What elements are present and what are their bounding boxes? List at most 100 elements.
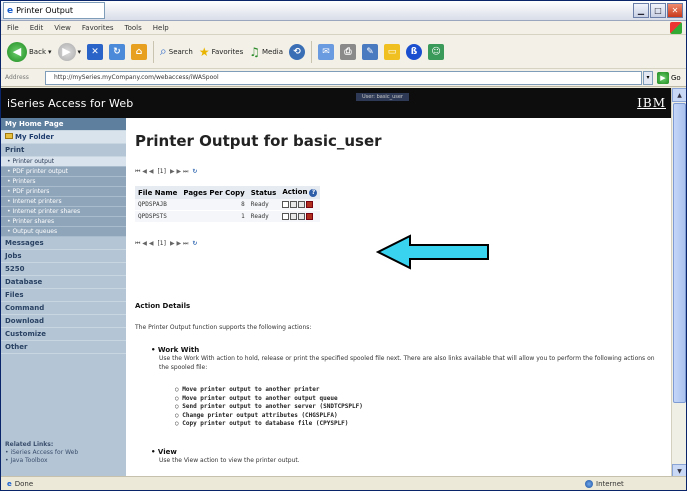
history-icon[interactable]: ⟲ xyxy=(289,43,306,60)
forward-button[interactable]: ▶ ▾ xyxy=(57,42,81,61)
sidebar-item-other[interactable]: Other xyxy=(1,341,126,354)
sidebar-item-5250[interactable]: 5250 xyxy=(1,263,126,276)
sidebar-item-output-queues[interactable]: • Output queues xyxy=(1,227,126,237)
help-icon[interactable]: ? xyxy=(309,189,318,197)
pager-next-last[interactable]: ▶ ▶ ⏭ xyxy=(170,168,188,176)
media-button[interactable]: ♫ Media xyxy=(249,45,283,59)
refresh-icon[interactable]: ↻ xyxy=(192,240,197,248)
pager-first-prev[interactable]: ⏮ ◀ ◀ xyxy=(135,168,153,176)
related-link-toolbox[interactable]: • Java Toolbox xyxy=(5,457,78,464)
mail-icon[interactable]: ✉ xyxy=(318,43,335,60)
menu-help[interactable]: Help xyxy=(153,24,169,32)
work-with-icon[interactable] xyxy=(282,201,290,208)
sidebar-item-printers[interactable]: • Printers xyxy=(1,177,126,187)
favorites-button[interactable]: ★ Favorites xyxy=(199,45,243,59)
bluetooth-icon[interactable]: ß xyxy=(406,43,423,60)
sidebar-item-messages[interactable]: Messages xyxy=(1,237,126,250)
col-file-name[interactable]: File Name xyxy=(135,186,181,199)
sidebar-item-pdf-printer-output[interactable]: • PDF printer output xyxy=(1,167,126,177)
table-row: QPDSPSTS 1 Ready xyxy=(135,210,321,223)
sidebar-item-my-folder[interactable]: My Folder xyxy=(1,131,126,144)
pager-first-prev[interactable]: ⏮ ◀ ◀ xyxy=(135,240,153,248)
pager-next-last[interactable]: ▶ ▶ ⏭ xyxy=(170,240,188,248)
toolbar-separator xyxy=(311,40,313,63)
convert-pdf-icon[interactable] xyxy=(298,201,306,208)
go-button-label[interactable]: Go xyxy=(671,74,681,82)
sidebar-item-printer-output[interactable]: • Printer output xyxy=(1,157,126,167)
folder-icon[interactable]: ▭ xyxy=(384,43,401,60)
maximize-button[interactable]: □ xyxy=(650,3,666,18)
address-input[interactable]: http://mySeries.myCompany.com/webaccess/… xyxy=(45,70,642,85)
back-arrow-icon: ◀ xyxy=(7,41,27,62)
banner-title: iSeries Access for Web xyxy=(7,96,134,110)
go-arrow-icon[interactable]: ▶ xyxy=(657,71,669,84)
edit-icon[interactable]: ✎ xyxy=(362,43,379,60)
app-banner: iSeries Access for Web User: basic_user … xyxy=(1,88,672,118)
stop-icon[interactable]: ✕ xyxy=(87,43,104,60)
menu-favorites[interactable]: Favorites xyxy=(82,24,114,32)
related-link-iseries[interactable]: • iSeries Access for Web xyxy=(5,449,78,456)
convert-pdf-icon[interactable] xyxy=(298,213,306,220)
menu-view[interactable]: View xyxy=(54,24,71,32)
work-with-actions-list: Move printer output to another printer M… xyxy=(175,386,363,429)
table-row: QPDSPAJB 8 Ready xyxy=(135,199,321,211)
close-button[interactable]: ✕ xyxy=(667,3,683,18)
sidebar-item-files[interactable]: Files xyxy=(1,289,126,302)
delete-icon[interactable] xyxy=(306,201,314,208)
forward-arrow-icon: ▶ xyxy=(57,42,76,61)
sidebar-item-pdf-printers[interactable]: • PDF printers xyxy=(1,187,126,197)
action-details-heading: Action Details xyxy=(135,302,191,310)
windows-logo-icon xyxy=(670,22,682,34)
refresh-icon[interactable]: ↻ xyxy=(109,43,126,60)
view-title: • View xyxy=(151,448,177,456)
cell-actions xyxy=(279,211,320,223)
address-label: Address xyxy=(5,74,29,81)
scroll-up-icon[interactable]: ▲ xyxy=(672,88,686,102)
sidebar-item-download[interactable]: Download xyxy=(1,315,126,328)
home-icon[interactable]: ⌂ xyxy=(131,43,148,60)
window-title-tab[interactable]: e Printer Output xyxy=(3,2,105,19)
vertical-scrollbar[interactable]: ▲ ▼ xyxy=(671,88,686,478)
list-item: Send printer output to another server (S… xyxy=(175,403,363,412)
cell-pages: 1 xyxy=(241,213,245,220)
back-button[interactable]: ◀ Back ▾ xyxy=(7,41,52,62)
folder-icon xyxy=(5,133,13,139)
sidebar-item-internet-printers[interactable]: • Internet printers xyxy=(1,197,126,207)
sidebar-item-print[interactable]: Print xyxy=(1,144,126,157)
pager-bottom: ⏮ ◀ ◀ [1] ▶ ▶ ⏭ ↻ xyxy=(135,240,197,248)
callout-arrow-icon xyxy=(376,234,489,270)
search-button[interactable]: ⌕ Search xyxy=(160,44,193,59)
pager-page[interactable]: [1] xyxy=(157,240,166,248)
col-status[interactable]: Status xyxy=(247,186,280,199)
banner-user: User: basic_user xyxy=(356,93,409,101)
view-icon[interactable] xyxy=(290,201,298,208)
sidebar-item-internet-printer-shares[interactable]: • Internet printer shares xyxy=(1,207,126,217)
menu-edit[interactable]: Edit xyxy=(30,24,44,32)
pager-page[interactable]: [1] xyxy=(157,168,166,176)
view-icon[interactable] xyxy=(290,213,298,220)
minimize-button[interactable]: ▁ xyxy=(633,3,649,18)
menu-file[interactable]: File xyxy=(7,24,19,32)
sidebar-item-jobs[interactable]: Jobs xyxy=(1,250,126,263)
work-with-icon[interactable] xyxy=(282,213,290,220)
messenger-icon[interactable]: ☺ xyxy=(428,43,445,60)
ie-icon: e xyxy=(7,5,14,16)
work-with-title: • Work With xyxy=(151,346,200,354)
page-icon: e xyxy=(7,479,12,488)
sidebar-item-my-home-page[interactable]: My Home Page xyxy=(1,118,126,131)
print-icon[interactable]: ⎙ xyxy=(340,43,357,60)
menu-tools[interactable]: Tools xyxy=(125,24,142,32)
cell-file-name: QPDSPSTS xyxy=(138,213,167,220)
action-intro: The Printer Output function supports the… xyxy=(135,324,312,331)
sidebar-item-command[interactable]: Command xyxy=(1,302,126,315)
sidebar-item-customize[interactable]: Customize xyxy=(1,328,126,341)
browser-window: e Printer Output ▁ □ ✕ File Edit View Fa… xyxy=(0,0,687,491)
address-dropdown-icon[interactable]: ▾ xyxy=(643,70,653,85)
scroll-thumb[interactable] xyxy=(673,103,686,403)
delete-icon[interactable] xyxy=(306,213,314,220)
sidebar-item-printer-shares[interactable]: • Printer shares xyxy=(1,217,126,227)
col-pages-per-copy[interactable]: Pages Per Copy xyxy=(180,186,248,199)
refresh-icon[interactable]: ↻ xyxy=(192,168,197,176)
cell-actions xyxy=(279,199,320,211)
sidebar-item-database[interactable]: Database xyxy=(1,276,126,289)
